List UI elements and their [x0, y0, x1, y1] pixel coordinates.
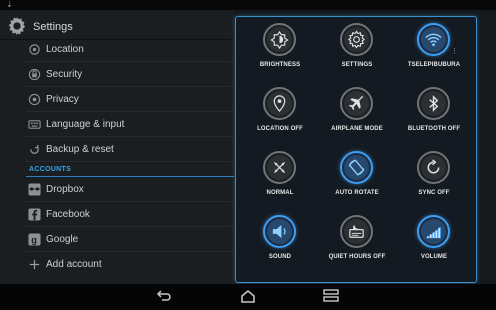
- brightness-icon: [270, 30, 289, 49]
- tile-circle: [340, 151, 373, 184]
- quiet-hours-icon: [349, 224, 364, 238]
- tile-bluetooth[interactable]: BLUETOOTH OFF: [394, 83, 474, 147]
- menu-item-label: Facebook: [46, 209, 90, 220]
- rotate-icon: [348, 159, 365, 176]
- tile-brightness[interactable]: BRIGHTNESS: [240, 19, 320, 83]
- tile-airplane[interactable]: AIRPLANE MODE: [317, 83, 397, 147]
- settings-title: Settings: [33, 21, 73, 33]
- airplane-icon: [348, 95, 364, 111]
- home-icon[interactable]: [240, 289, 256, 303]
- tile-circle: [417, 151, 450, 184]
- tile-label: AIRPLANE MODE: [331, 126, 383, 132]
- tile-label: TSELEPIBUBURA: [407, 62, 461, 68]
- menu-item-label: Google: [46, 234, 79, 245]
- tile-settings[interactable]: SETTINGS: [317, 19, 397, 83]
- tile-circle: [340, 87, 373, 120]
- accounts-section-header: ACCOUNTS: [26, 162, 234, 177]
- menu-item-label: Dropbox: [46, 184, 84, 195]
- menu-item-language[interactable]: Language & input: [26, 112, 234, 137]
- tile-volume[interactable]: VOLUME: [394, 211, 474, 275]
- dropbox-icon: [28, 183, 41, 196]
- menu-item-label: Privacy: [46, 94, 79, 105]
- tile-label: LOCATION OFF: [257, 126, 303, 132]
- tile-label: VOLUME: [420, 254, 448, 260]
- tile-sync[interactable]: SYNC OFF: [394, 147, 474, 211]
- status-bar: ⇣: [0, 0, 496, 10]
- settings-gear-icon[interactable]: [6, 15, 28, 37]
- menu-item-backup[interactable]: Backup & reset: [26, 137, 234, 162]
- tile-circle: [417, 87, 450, 120]
- menu-item-add-account[interactable]: Add account: [26, 252, 234, 277]
- tile-circle: [417, 23, 450, 56]
- quick-settings-panel: BRIGHTNESS SETTINGS ⋮ TSELEPIBUBURA LOCA…: [235, 16, 477, 283]
- menu-item-label: Backup & reset: [46, 144, 114, 155]
- svg-text:g: g: [31, 235, 37, 245]
- menu-item-dropbox[interactable]: Dropbox: [26, 177, 234, 202]
- settings-app: Settings Location Security Privacy Langu…: [0, 10, 234, 284]
- menu-item-google[interactable]: g Google: [26, 227, 234, 252]
- tile-circle: [263, 23, 296, 56]
- settings-menu: Location Security Privacy Language & inp…: [26, 37, 234, 277]
- tile-wifi[interactable]: ⋮ TSELEPIBUBURA: [394, 19, 474, 83]
- facebook-icon: [28, 208, 41, 221]
- tile-label: BRIGHTNESS: [259, 62, 301, 68]
- menu-item-label: Location: [46, 44, 84, 55]
- volume-bars-icon: [425, 226, 442, 239]
- back-icon[interactable]: [156, 289, 172, 303]
- tile-label: NORMAL: [266, 190, 294, 196]
- menu-item-facebook[interactable]: Facebook: [26, 202, 234, 227]
- tile-location[interactable]: LOCATION OFF: [240, 83, 320, 147]
- more-dots-icon: ⋮: [451, 48, 458, 55]
- location-pin-icon: [273, 95, 286, 113]
- download-icon: ⇣: [6, 0, 13, 9]
- menu-item-privacy[interactable]: Privacy: [26, 87, 234, 112]
- menu-item-label: Security: [46, 69, 83, 80]
- accounts-header-label: ACCOUNTS: [29, 166, 72, 173]
- tile-label: SETTINGS: [341, 62, 373, 68]
- recents-icon[interactable]: [323, 289, 339, 303]
- sync-icon: [427, 159, 440, 174]
- normal-mode-icon: [273, 161, 286, 174]
- speaker-icon: [272, 224, 286, 239]
- tile-label: SYNC OFF: [418, 190, 450, 196]
- screen: Settings Location Security Privacy Langu…: [0, 10, 496, 284]
- tile-quiet-hours[interactable]: QUIET HOURS OFF: [317, 211, 397, 275]
- keyboard-icon: [28, 120, 41, 129]
- tile-circle: [417, 215, 450, 248]
- menu-item-location[interactable]: Location: [26, 37, 234, 62]
- plus-icon: [29, 259, 40, 270]
- tile-circle: [340, 215, 373, 248]
- tile-label: AUTO ROTATE: [335, 190, 379, 196]
- tile-auto-rotate[interactable]: AUTO ROTATE: [317, 147, 397, 211]
- tile-label: SOUND: [268, 254, 292, 260]
- tile-sound[interactable]: SOUND: [240, 211, 320, 275]
- wifi-icon: [425, 33, 442, 47]
- tile-circle: [263, 151, 296, 184]
- tile-normal[interactable]: NORMAL: [240, 147, 320, 211]
- tile-circle: [263, 215, 296, 248]
- tile-label: QUIET HOURS OFF: [328, 254, 386, 260]
- menu-item-label: Add account: [46, 259, 102, 270]
- location-icon: [29, 44, 40, 55]
- menu-item-label: Language & input: [46, 119, 125, 130]
- navigation-bar: [0, 284, 496, 310]
- tile-label: BLUETOOTH OFF: [407, 126, 461, 132]
- menu-item-security[interactable]: Security: [26, 62, 234, 87]
- gear-icon: [347, 30, 366, 49]
- google-icon: g: [28, 233, 41, 246]
- backup-icon: [30, 144, 39, 154]
- settings-header: Settings: [0, 10, 234, 40]
- bluetooth-icon: [429, 95, 439, 112]
- lock-icon: [28, 68, 41, 81]
- tile-circle: [340, 23, 373, 56]
- privacy-icon: [28, 93, 41, 106]
- tile-circle: [263, 87, 296, 120]
